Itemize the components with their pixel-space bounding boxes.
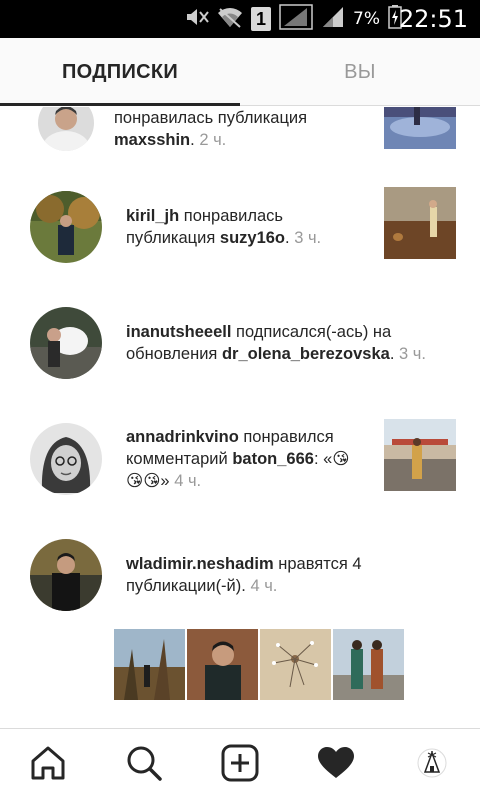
avatar[interactable] bbox=[30, 539, 102, 611]
profile-avatar-icon bbox=[417, 748, 447, 783]
activity-suffix: . bbox=[190, 131, 195, 149]
activity-feed[interactable]: понравилась публикация maxsshin. 2 ч. ki… bbox=[0, 107, 480, 727]
avatar[interactable] bbox=[38, 107, 94, 151]
post-thumbnail[interactable] bbox=[384, 419, 456, 491]
activity-suffix: . bbox=[285, 229, 290, 247]
add-post-icon bbox=[221, 744, 259, 787]
activity-action: понравилась публикация bbox=[114, 109, 308, 127]
activity-target[interactable]: dr_olena_berezovska bbox=[222, 345, 390, 363]
status-bar: 1 7% 22:51 bbox=[0, 0, 480, 38]
activity-user[interactable]: kiril_jh bbox=[126, 207, 179, 225]
activity-text: wladimir.neshadim нравятся 4 публикации(… bbox=[126, 553, 406, 597]
avatar[interactable] bbox=[30, 191, 102, 263]
home-icon bbox=[29, 744, 67, 787]
activity-tabs: ПОДПИСКИ ВЫ bbox=[0, 38, 480, 106]
signal-icon bbox=[279, 3, 313, 35]
nav-profile-button[interactable] bbox=[384, 729, 480, 800]
tab-active-indicator bbox=[0, 103, 240, 106]
sim-icon: 1 bbox=[251, 7, 271, 31]
nav-home-button[interactable] bbox=[0, 729, 96, 800]
battery-percent: 7% bbox=[353, 9, 380, 29]
activity-target[interactable]: baton_666 bbox=[232, 450, 314, 468]
status-time: 22:51 bbox=[398, 5, 468, 33]
activity-user[interactable]: inanutsheeell bbox=[126, 323, 231, 341]
grid-post-thumbnail[interactable] bbox=[260, 629, 331, 700]
activity-text: inanutsheeell подписался(-ась) на обновл… bbox=[126, 321, 456, 365]
tab-following[interactable]: ПОДПИСКИ bbox=[0, 38, 240, 106]
activity-time: 3 ч. bbox=[294, 229, 322, 247]
nav-activity-button[interactable] bbox=[288, 729, 384, 800]
avatar[interactable] bbox=[30, 423, 102, 495]
nav-add-post-button[interactable] bbox=[192, 729, 288, 800]
activity-target[interactable]: suzy16o bbox=[220, 229, 285, 247]
activity-text: kiril_jh понравилась публикация suzy16o.… bbox=[126, 205, 366, 249]
activity-user[interactable]: annadrinkvino bbox=[126, 428, 239, 446]
status-icons: 1 7% bbox=[185, 3, 402, 35]
avatar[interactable] bbox=[30, 307, 102, 379]
search-icon bbox=[125, 744, 163, 787]
activity-time: 4 ч. bbox=[250, 577, 278, 595]
grid-post-thumbnail[interactable] bbox=[187, 629, 258, 700]
activity-user[interactable]: wladimir.neshadim bbox=[126, 555, 274, 573]
post-grid bbox=[114, 629, 404, 700]
activity-text: понравилась публикация maxsshin. 2 ч. bbox=[114, 107, 374, 151]
activity-suffix: . bbox=[389, 345, 395, 363]
signal-icon bbox=[321, 5, 345, 34]
nav-search-button[interactable] bbox=[96, 729, 192, 800]
activity-heart-icon bbox=[317, 746, 355, 785]
grid-post-thumbnail[interactable] bbox=[114, 629, 185, 700]
activity-time: 4 ч. bbox=[174, 472, 202, 490]
activity-time: 2 ч. bbox=[199, 131, 227, 149]
grid-post-thumbnail[interactable] bbox=[333, 629, 404, 700]
bottom-navigation bbox=[0, 728, 480, 800]
post-thumbnail[interactable] bbox=[384, 107, 456, 149]
activity-text: annadrinkvino понравился комментарий bat… bbox=[126, 426, 366, 492]
tab-you[interactable]: ВЫ bbox=[240, 38, 480, 106]
activity-time: 3 ч. bbox=[399, 345, 426, 363]
post-thumbnail[interactable] bbox=[384, 187, 456, 259]
activity-target[interactable]: maxsshin bbox=[114, 131, 190, 149]
wifi-icon bbox=[217, 6, 243, 33]
mute-icon bbox=[185, 6, 209, 33]
